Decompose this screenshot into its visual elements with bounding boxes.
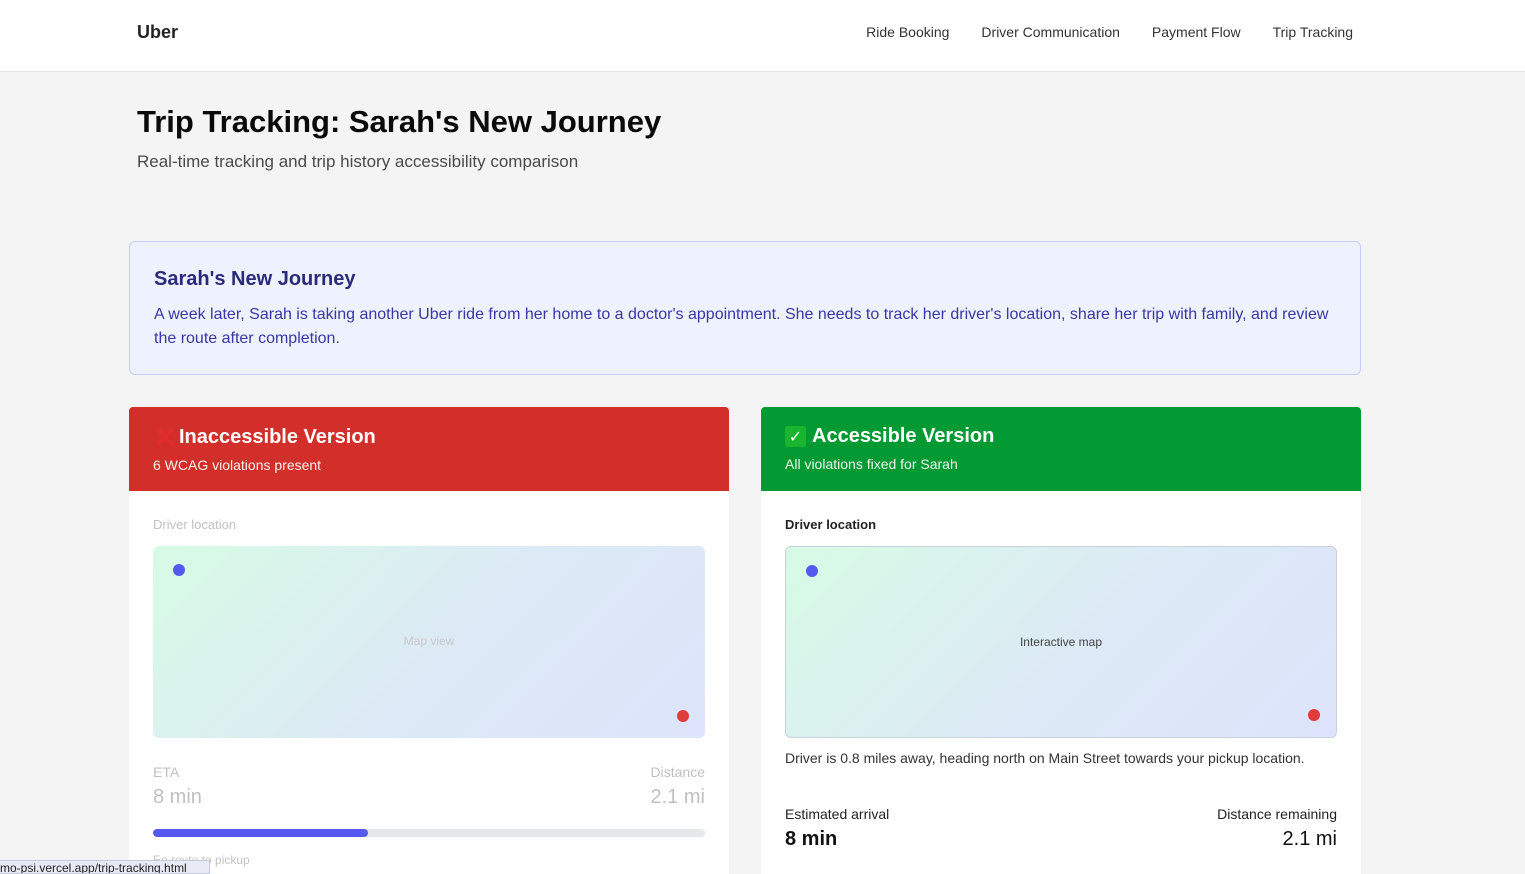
destination-marker-icon <box>677 710 689 722</box>
eta-value: 8 min <box>785 828 838 850</box>
destination-marker-icon <box>1308 709 1320 721</box>
accessible-panel-header: ✓ Accessible Version All violations fixe… <box>761 407 1361 491</box>
story-text: A week later, Sarah is taking another Ub… <box>154 306 1329 347</box>
trip-stats: ETA 8 min Distance 2.1 mi <box>153 764 705 809</box>
distance-stat: Distance remaining 2.1 mi <box>1217 806 1337 851</box>
nav-link-driver-communication[interactable]: Driver Communication <box>981 24 1119 40</box>
inaccessible-version-panel: Inaccessible Version 6 WCAG violations p… <box>129 407 729 874</box>
driver-marker-icon <box>806 565 818 577</box>
driver-location-label: Driver location <box>785 517 877 532</box>
distance-label: Distance <box>650 764 705 780</box>
accessible-panel-title-row: ✓ Accessible Version <box>785 425 1337 448</box>
eta-stat: ETA 8 min <box>153 764 202 809</box>
accessible-panel-subtitle: All violations fixed for Sarah <box>785 456 958 472</box>
progress-label: En route to pickup <box>153 853 250 867</box>
interactive-map[interactable]: Interactive map <box>785 546 1337 738</box>
cross-mark-icon <box>153 425 177 449</box>
main-nav: Ride Booking Driver Communication Paymen… <box>866 24 1353 40</box>
distance-stat: Distance 2.1 mi <box>651 764 705 809</box>
inaccessible-panel-title: Inaccessible Version <box>179 425 376 448</box>
eta-stat: Estimated arrival 8 min <box>785 806 889 851</box>
inaccessible-panel-title-row: Inaccessible Version <box>153 425 705 449</box>
distance-label: Distance remaining <box>1217 806 1337 822</box>
story-title: Sarah's New Journey <box>154 268 356 290</box>
map-label: Interactive map <box>1019 635 1103 649</box>
trip-progress-fill <box>153 829 369 837</box>
eta-label: Estimated arrival <box>785 806 890 822</box>
accessible-panel-title: Accessible Version <box>812 425 995 447</box>
accessible-panel-body: Driver location Interactive map Driver i… <box>761 491 1361 851</box>
trip-progress-bar <box>153 829 705 837</box>
story-card: Sarah's New Journey A week later, Sarah … <box>129 241 1361 375</box>
map-label: Map view <box>403 634 455 648</box>
check-mark-icon: ✓ <box>785 426 806 447</box>
trip-stats: Estimated arrival 8 min Distance remaini… <box>785 806 1337 851</box>
driver-marker-icon <box>173 564 185 576</box>
distance-value: 2.1 mi <box>1282 828 1337 850</box>
page-subtitle: Real-time tracking and trip history acce… <box>137 152 579 171</box>
inaccessible-panel-body: Driver location Map view ETA 8 min Dista… <box>129 491 729 867</box>
inaccessible-panel-header: Inaccessible Version 6 WCAG violations p… <box>129 407 729 491</box>
driver-location-description: Driver is 0.8 miles away, heading north … <box>785 750 1305 766</box>
accessible-version-panel: ✓ Accessible Version All violations fixe… <box>761 407 1361 874</box>
nav-link-payment-flow[interactable]: Payment Flow <box>1152 24 1241 40</box>
distance-value: 2.1 mi <box>650 786 705 808</box>
map-view[interactable]: Map view <box>153 546 705 738</box>
nav-link-ride-booking[interactable]: Ride Booking <box>866 24 949 40</box>
inaccessible-panel-subtitle: 6 WCAG violations present <box>153 457 322 473</box>
browser-status-url: mo-psi.vercel.app/trip-tracking.html <box>0 860 210 874</box>
driver-location-label: Driver location <box>153 517 237 532</box>
nav-link-trip-tracking[interactable]: Trip Tracking <box>1273 24 1353 40</box>
page-title: Trip Tracking: Sarah's New Journey <box>137 104 662 139</box>
eta-label: ETA <box>153 764 180 780</box>
eta-value: 8 min <box>153 786 202 808</box>
brand-logo-link[interactable]: Uber <box>137 22 178 43</box>
top-navigation-bar: Uber Ride Booking Driver Communication P… <box>0 0 1525 72</box>
